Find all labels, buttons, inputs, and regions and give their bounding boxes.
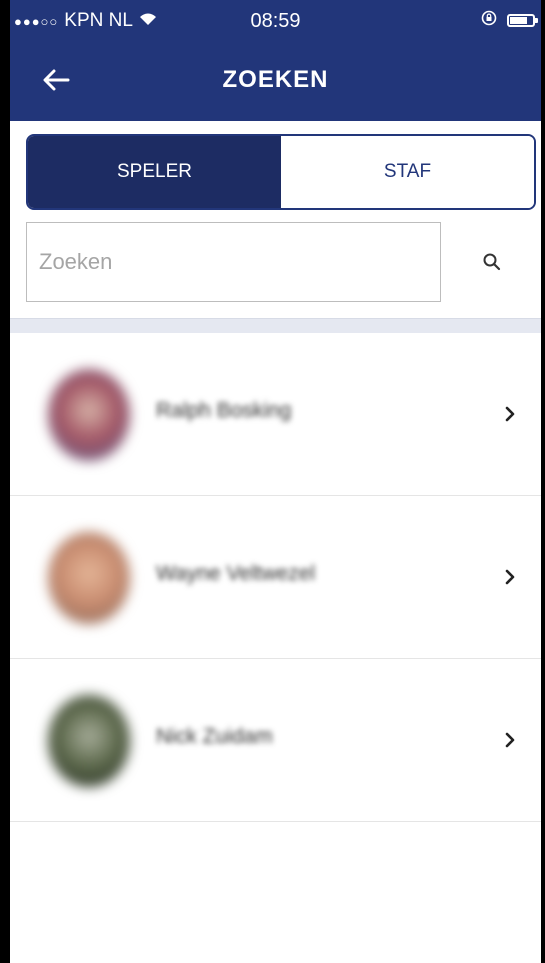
search-icon: [483, 253, 501, 271]
header: ●●●○○ KPN NL 08:59 ZOEKEN: [10, 0, 541, 121]
player-name: Wayne Veltwezel: [156, 562, 316, 585]
chevron-right-icon: [498, 562, 522, 592]
avatar: [48, 532, 130, 624]
list-item[interactable]: Ralph Bosking: [10, 333, 541, 496]
app-screen: ●●●○○ KPN NL 08:59 ZOEKEN SPELER STAF Zo…: [10, 0, 541, 963]
list-item[interactable]: Wayne Veltwezel: [10, 496, 541, 659]
page-title: ZOEKEN: [222, 66, 329, 93]
segmented-control: SPELER STAF: [26, 134, 536, 210]
lock-rotation-icon: [481, 10, 497, 31]
status-bar: ●●●○○ KPN NL 08:59: [10, 0, 541, 42]
tab-speler[interactable]: SPELER: [28, 136, 281, 208]
avatar: [48, 369, 130, 461]
list-item[interactable]: Nick Zuidam: [10, 659, 541, 822]
search-input[interactable]: [26, 222, 441, 302]
chevron-right-icon: [498, 399, 522, 429]
divider-band: [10, 318, 541, 333]
status-time: 08:59: [250, 10, 301, 32]
tab-staf[interactable]: STAF: [281, 136, 534, 208]
chevron-right-icon: [498, 725, 522, 755]
nav-bar: ZOEKEN: [10, 42, 541, 121]
status-right: [481, 10, 538, 31]
player-name: Nick Zuidam: [156, 725, 273, 748]
search-button[interactable]: [472, 242, 512, 282]
player-list: Ralph Bosking Wayne Veltwezel Nick Zuida…: [10, 333, 541, 822]
battery-icon: [507, 14, 538, 27]
avatar: [48, 695, 130, 787]
player-name: Ralph Bosking: [156, 399, 292, 422]
